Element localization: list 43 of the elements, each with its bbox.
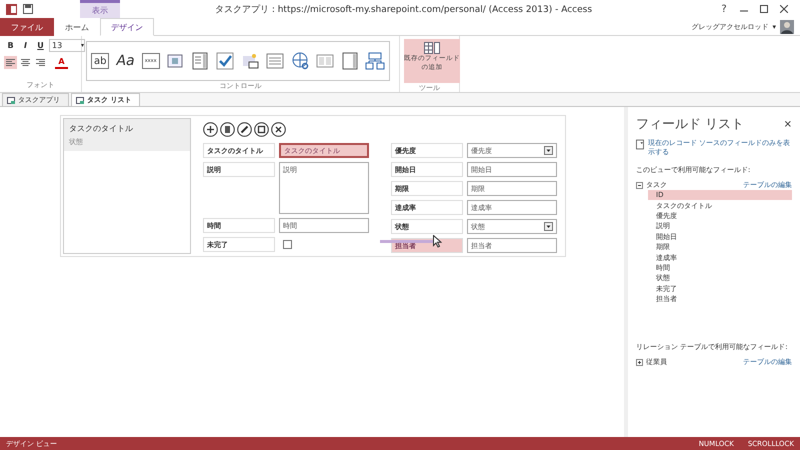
format-button[interactable]: I xyxy=(19,39,32,52)
pencil-icon[interactable] xyxy=(237,122,252,137)
help-button[interactable]: ? xyxy=(714,4,734,14)
maximize-icon[interactable] xyxy=(760,5,768,13)
label-control[interactable]: Aa xyxy=(114,53,137,69)
trash-icon[interactable] xyxy=(220,122,235,137)
textbox-control[interactable]: ab xyxy=(91,53,110,69)
context-tab-header: 表示 xyxy=(80,0,120,18)
checkbox-icon[interactable] xyxy=(214,52,235,70)
format-button[interactable]: B xyxy=(4,39,17,52)
font-color-button[interactable]: A xyxy=(55,56,68,69)
close-icon[interactable] xyxy=(271,122,286,137)
ribbon-tab[interactable]: デザイン xyxy=(100,18,154,36)
expander-icon[interactable] xyxy=(636,358,643,366)
expander-icon[interactable] xyxy=(636,182,643,188)
form-icon xyxy=(7,96,15,104)
align-button[interactable] xyxy=(4,56,17,69)
list-view-icon[interactable] xyxy=(264,52,285,70)
align-button[interactable] xyxy=(19,56,32,69)
save-icon[interactable] xyxy=(23,4,33,14)
ribbon-tab[interactable]: ファイル xyxy=(0,18,54,36)
form-icon xyxy=(76,96,84,104)
panel-title: フィールド リスト xyxy=(636,116,744,133)
close-button[interactable]: × xyxy=(784,118,792,130)
close-icon[interactable] xyxy=(780,5,788,13)
list-box-icon[interactable] xyxy=(340,52,360,70)
app-logo-icon xyxy=(6,4,17,14)
window-title: タスクアプリ : https://microsoft-my.sharepoint.com/personal/ (Access 2013) - Access xyxy=(214,3,592,16)
save-icon[interactable] xyxy=(254,122,269,137)
align-button[interactable] xyxy=(34,56,47,69)
format-button[interactable]: U xyxy=(34,39,47,52)
related-items-icon[interactable] xyxy=(364,52,385,70)
caret-icon xyxy=(544,222,553,231)
add-icon[interactable] xyxy=(203,122,218,137)
web-browser-icon[interactable] xyxy=(164,52,185,70)
list-item-text: タスクのタイトル xyxy=(69,123,134,134)
caret-icon xyxy=(544,146,553,155)
combo-box-icon[interactable] xyxy=(190,52,210,70)
checkbox[interactable] xyxy=(283,240,292,249)
globe-link-icon[interactable] xyxy=(290,52,310,70)
multi-value-icon[interactable] xyxy=(314,52,335,70)
table-columns-icon xyxy=(424,42,440,54)
cursor-icon xyxy=(433,235,442,248)
